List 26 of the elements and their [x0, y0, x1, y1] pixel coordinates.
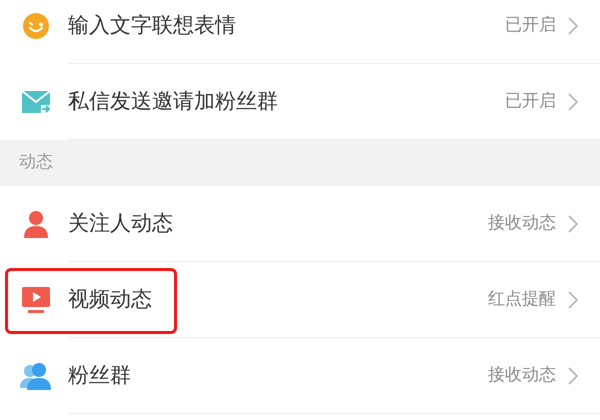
row-value: 红点提醒	[488, 288, 556, 312]
video-icon	[21, 286, 51, 314]
people-icon	[20, 362, 52, 390]
settings-row[interactable]: 输入文字联想表情 已开启	[0, 0, 600, 64]
row-value: 已开启	[505, 14, 556, 38]
chevron-right-icon	[568, 17, 578, 35]
settings-row[interactable]: 视频动态 红点提醒	[0, 262, 600, 338]
chevron-right-icon	[568, 215, 578, 233]
settings-row[interactable]: 粉丝群 接收动态	[0, 338, 600, 414]
envelope-icon	[21, 89, 51, 115]
row-label: 私信发送邀请加粉丝群	[68, 88, 279, 116]
row-value: 接收动态	[488, 364, 556, 388]
row-label: 粉丝群	[68, 362, 132, 390]
smiley-icon	[22, 12, 50, 40]
row-value: 已开启	[505, 90, 556, 114]
chevron-right-icon	[568, 93, 578, 111]
person-icon	[23, 210, 49, 238]
chevron-right-icon	[568, 367, 578, 385]
row-label: 视频动态	[68, 286, 153, 314]
row-label: 输入文字联想表情	[68, 12, 237, 40]
section-header: 动态	[19, 151, 53, 174]
settings-row[interactable]: 关注人动态 接收动态	[0, 186, 600, 262]
chevron-right-icon	[568, 291, 578, 309]
row-value: 接收动态	[488, 212, 556, 236]
settings-row[interactable]: 私信发送邀请加粉丝群 已开启	[0, 64, 600, 140]
row-label: 关注人动态	[68, 210, 174, 238]
